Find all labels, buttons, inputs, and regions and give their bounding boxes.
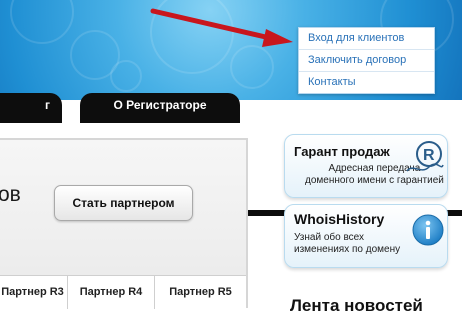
whois-history-desc: Узнай обо всех изменениях по домену [294, 232, 400, 256]
column-header-r3[interactable]: Партнер R3 [0, 276, 68, 309]
registered-seal-icon: R [406, 141, 444, 172]
sale-guarantee-card[interactable]: Гарант продаж Адресная передача доменног… [284, 134, 448, 198]
whois-history-title: WhoisHistory [294, 211, 385, 227]
whois-history-desc-line2: изменениях по домену [294, 244, 401, 255]
whois-history-desc-line1: Узнай обо всех [294, 232, 364, 243]
become-partner-button[interactable]: Стать партнером [54, 185, 193, 221]
main-nav: г О Регистраторе [0, 93, 462, 216]
svg-text:R: R [423, 147, 435, 164]
main-panel: ов Стать партнером Партнер R3 Партнер R4… [0, 138, 248, 309]
info-icon [412, 214, 444, 246]
tab-truncated-label: г [45, 98, 50, 112]
news-feed-title: Лента новостей [290, 296, 423, 315]
whois-history-card[interactable]: WhoisHistory Узнай обо всех изменениях п… [284, 204, 448, 268]
tab-about-label: О Регистраторе [113, 98, 207, 112]
tab-about-registrar[interactable]: О Регистраторе [80, 93, 240, 123]
partners-table-header: Партнер R3 Партнер R4 Партнер R5 [0, 275, 246, 309]
main-panel-header: ов Стать партнером [0, 140, 246, 275]
sale-guarantee-title: Гарант продаж [294, 144, 390, 159]
section-heading: ов [0, 183, 21, 206]
column-header-r4[interactable]: Партнер R4 [68, 276, 155, 309]
top-links-menu: Вход для клиентов Заключить договор Конт… [298, 27, 435, 94]
login-clients-link[interactable]: Вход для клиентов [299, 28, 434, 50]
contacts-link[interactable]: Контакты [299, 72, 434, 93]
sign-contract-link[interactable]: Заключить договор [299, 50, 434, 72]
tab-truncated[interactable]: г [0, 93, 62, 123]
column-header-r5[interactable]: Партнер R5 [155, 276, 246, 309]
